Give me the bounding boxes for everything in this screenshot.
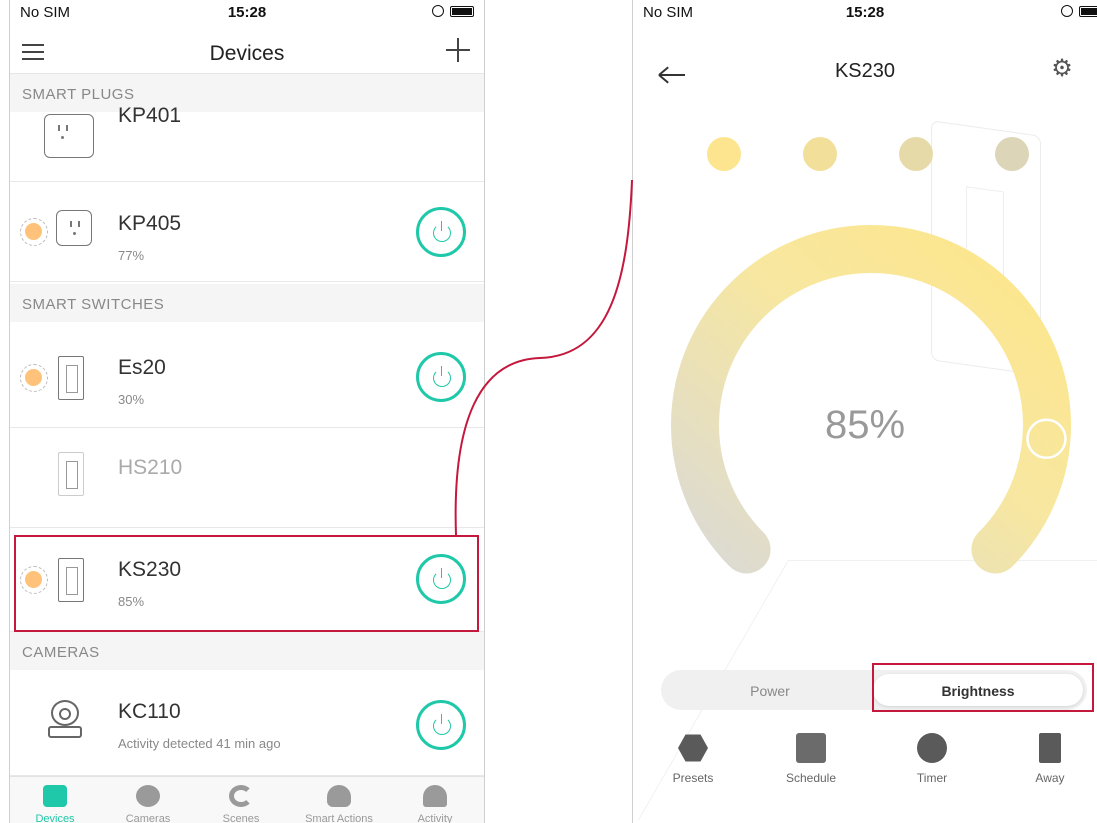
nav-bar: KS230	[633, 40, 1097, 100]
rotation-lock-icon	[1061, 5, 1073, 17]
device-row-kc110[interactable]: KC110 Activity detected 41 min ago	[10, 674, 484, 776]
brightness-preset-dot[interactable]	[803, 137, 837, 171]
power-button[interactable]	[416, 352, 466, 402]
add-device-icon[interactable]	[446, 38, 470, 62]
nav-bar: Devices	[10, 28, 484, 74]
plug-icon	[44, 114, 94, 158]
led-status-icon	[20, 218, 48, 246]
presets-button[interactable]: Presets	[653, 733, 733, 785]
stopwatch-icon	[917, 733, 947, 763]
section-header-smart-switches: SMART SWITCHES	[10, 284, 484, 322]
moon-icon	[229, 785, 253, 807]
switch-icon	[58, 356, 84, 400]
action-bar: Presets Schedule Timer Away	[633, 733, 1097, 793]
battery-icon	[450, 6, 474, 17]
device-name: KP401	[118, 104, 182, 127]
status-bar: No SIM 15:28	[10, 0, 484, 24]
power-button[interactable]	[416, 207, 466, 257]
tab-cameras[interactable]: Cameras	[103, 785, 193, 823]
status-time: 15:28	[227, 4, 267, 21]
page-title: Devices	[209, 42, 285, 65]
device-status: 77%	[118, 248, 145, 263]
led-status-icon	[20, 364, 48, 392]
device-status: 30%	[118, 392, 145, 407]
presets-icon	[678, 734, 708, 762]
tab-scenes[interactable]: Scenes	[196, 785, 286, 823]
device-name: HS210	[118, 456, 183, 479]
device-name: KP405	[118, 212, 182, 235]
devices-screen: No SIM 15:28 Devices SMART PLUGS KP401 K…	[9, 0, 485, 823]
battery-icon	[1079, 6, 1097, 17]
highlight-ks230-row	[14, 535, 479, 632]
timer-button[interactable]: Timer	[892, 733, 972, 785]
plug-icon	[43, 785, 67, 807]
brightness-arc	[671, 225, 1071, 574]
device-row-es20[interactable]: Es20 30%	[10, 328, 484, 428]
status-bar: No SIM 15:28	[633, 0, 1097, 24]
page-title: KS230	[834, 60, 896, 82]
camera-icon	[48, 700, 82, 740]
status-time: 15:28	[845, 4, 885, 21]
brightness-preset-dot[interactable]	[707, 137, 741, 171]
tab-smart-actions[interactable]: Smart Actions	[294, 785, 384, 823]
bell-icon	[423, 785, 447, 807]
brightness-preset-dot[interactable]	[995, 137, 1029, 171]
device-row-kp405[interactable]: KP405 77%	[10, 182, 484, 282]
device-name: Es20	[118, 356, 166, 379]
schedule-button[interactable]: Schedule	[771, 733, 851, 785]
rotation-lock-icon	[432, 5, 444, 17]
away-button[interactable]: Away	[1010, 733, 1090, 785]
calendar-icon	[796, 733, 826, 763]
cloud-icon	[327, 785, 351, 807]
section-header-smart-plugs: SMART PLUGS	[10, 74, 484, 112]
device-name: KC110	[118, 700, 181, 723]
brightness-preset-dot[interactable]	[899, 137, 933, 171]
door-lock-icon	[1039, 733, 1061, 763]
brightness-value: 85%	[824, 403, 906, 447]
device-row-hs210[interactable]: HS210	[10, 428, 484, 528]
tab-bar: Devices Cameras Scenes Smart Actions Act…	[10, 776, 484, 823]
gear-icon[interactable]: ⚙	[1051, 57, 1073, 81]
camera-icon	[136, 785, 160, 807]
segment-power[interactable]: Power	[665, 674, 875, 706]
section-header-cameras: CAMERAS	[10, 632, 484, 670]
highlight-brightness-segment	[872, 663, 1094, 712]
switch-icon	[58, 452, 84, 496]
device-status: Activity detected 41 min ago	[118, 736, 281, 751]
device-row-kp401[interactable]: KP401	[10, 104, 484, 182]
tab-activity[interactable]: Activity	[390, 785, 480, 823]
tab-devices[interactable]: Devices	[10, 785, 100, 823]
power-button[interactable]	[416, 700, 466, 750]
plug-icon	[56, 210, 92, 246]
